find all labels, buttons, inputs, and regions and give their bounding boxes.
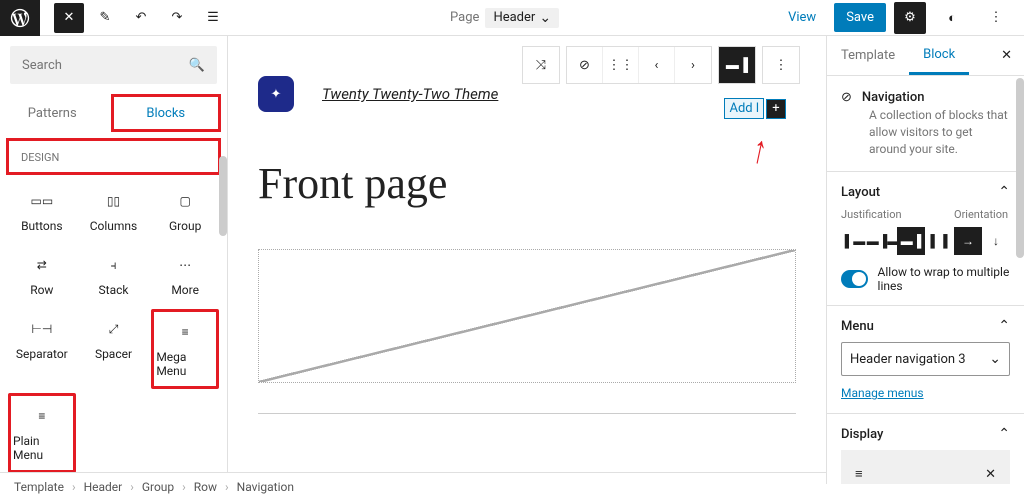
block-separator[interactable]: ⊢⊣Separator bbox=[8, 309, 76, 389]
manage-menus-link[interactable]: Manage menus bbox=[841, 386, 924, 400]
more-options-button[interactable]: ⋮ bbox=[981, 3, 1011, 33]
undo-button[interactable]: ↶ bbox=[126, 3, 156, 33]
navigation-icon: ⊘ bbox=[841, 90, 852, 105]
block-buttons[interactable]: ▭▭Buttons bbox=[8, 181, 76, 241]
close-editor-button[interactable]: ✕ bbox=[54, 3, 84, 33]
tab-blocks[interactable]: Blocks bbox=[111, 94, 222, 132]
settings-button[interactable]: ⚙ bbox=[894, 2, 926, 34]
site-title[interactable]: Twenty Twenty-Two Theme bbox=[322, 85, 498, 103]
add-nav-link[interactable]: Add l+ bbox=[724, 98, 786, 119]
menu-select[interactable]: Header navigation 3⌄ bbox=[841, 342, 1010, 376]
hamburger-icon: ≡ bbox=[855, 466, 863, 482]
toolbar-more-icon[interactable]: ⋮ bbox=[763, 47, 799, 83]
block-spacer[interactable]: ⤢Spacer bbox=[80, 309, 148, 389]
justify-center[interactable]: ▬▐▬ bbox=[869, 227, 897, 255]
shuffle-icon[interactable]: ⤨ bbox=[523, 47, 559, 83]
breadcrumb: Template› Header› Group› Row› Navigation bbox=[0, 472, 826, 500]
site-logo[interactable]: ✦ bbox=[258, 76, 294, 112]
nav-block-icon[interactable]: ⊘ bbox=[567, 47, 603, 83]
page-selector[interactable]: Header ⌄ bbox=[485, 8, 559, 28]
inserter-panel: 🔍 Patterns Blocks DESIGN ▭▭Buttons ▯▯Col… bbox=[0, 36, 228, 484]
wrap-toggle[interactable] bbox=[841, 270, 868, 288]
scrollbar[interactable] bbox=[1016, 78, 1024, 258]
search-icon: 🔍 bbox=[189, 58, 205, 73]
crumb[interactable]: Header bbox=[84, 480, 123, 494]
close-icon: ✕ bbox=[985, 467, 996, 482]
edit-icon[interactable]: ✎ bbox=[90, 3, 120, 33]
menu-panel-toggle[interactable]: Menu⌃ bbox=[841, 318, 1010, 334]
image-placeholder[interactable] bbox=[258, 249, 796, 383]
block-group[interactable]: ▢Group bbox=[151, 181, 219, 241]
crumb[interactable]: Row bbox=[194, 480, 217, 494]
page-title[interactable]: Front page bbox=[258, 158, 796, 209]
crumb[interactable]: Template bbox=[14, 480, 64, 494]
vertical-icon[interactable]: ↓ bbox=[982, 227, 1010, 255]
block-columns[interactable]: ▯▯Columns bbox=[80, 181, 148, 241]
settings-panel: Template Block ✕ ⊘ Navigation A collectio… bbox=[826, 36, 1024, 484]
block-stack[interactable]: ⫞Stack bbox=[80, 245, 148, 305]
search-input[interactable]: 🔍 bbox=[10, 46, 217, 84]
crumb[interactable]: Navigation bbox=[237, 480, 294, 494]
redo-button[interactable]: ↷ bbox=[162, 3, 192, 33]
tab-patterns[interactable]: Patterns bbox=[0, 94, 105, 132]
section-design: DESIGN bbox=[6, 138, 221, 175]
next-button[interactable]: › bbox=[675, 47, 711, 83]
display-panel-toggle[interactable]: Display⌃ bbox=[841, 426, 1010, 442]
justification-label: Justification bbox=[841, 208, 953, 221]
justify-right[interactable]: ▬▐ bbox=[897, 227, 925, 255]
save-button[interactable]: Save bbox=[834, 3, 886, 32]
justify-left[interactable]: ▌▬ bbox=[841, 227, 869, 255]
block-mega-menu[interactable]: ≡Mega Menu bbox=[151, 309, 219, 389]
align-icon[interactable]: ▬▐ bbox=[719, 47, 755, 83]
view-button[interactable]: View bbox=[778, 4, 826, 31]
justify-between[interactable]: ▌▐ bbox=[925, 227, 953, 255]
drag-handle-icon[interactable]: ⋮⋮ bbox=[603, 47, 639, 83]
crumb[interactable]: Group bbox=[142, 480, 174, 494]
scrollbar[interactable] bbox=[219, 156, 227, 236]
wrap-label: Allow to wrap to multiple lines bbox=[878, 265, 1010, 293]
editor-canvas[interactable]: ⤨ ⊘ ⋮⋮ ‹ › ▬▐ ⋮ ✦ Twenty Twenty-Two Them… bbox=[228, 36, 826, 484]
styles-button[interactable]: ◐ bbox=[937, 3, 967, 33]
list-view-button[interactable]: ☰ bbox=[198, 3, 228, 33]
block-toolbar: ⤨ ⊘ ⋮⋮ ‹ › ▬▐ ⋮ bbox=[522, 46, 800, 84]
block-description: A collection of blocks that allow visito… bbox=[869, 107, 1010, 157]
tab-template[interactable]: Template bbox=[827, 36, 909, 75]
close-panel-icon[interactable]: ✕ bbox=[989, 48, 1024, 63]
wordpress-logo[interactable] bbox=[0, 0, 40, 36]
plus-icon[interactable]: + bbox=[766, 99, 786, 119]
block-row[interactable]: ⇄Row bbox=[8, 245, 76, 305]
layout-panel-toggle[interactable]: Layout⌃ bbox=[841, 184, 1010, 200]
block-plain-menu[interactable]: ≡Plain Menu bbox=[8, 393, 76, 473]
page-label: Page bbox=[450, 10, 479, 25]
horizontal-icon[interactable]: → bbox=[954, 227, 982, 255]
prev-button[interactable]: ‹ bbox=[639, 47, 675, 83]
orientation-label: Orientation bbox=[954, 208, 1010, 221]
tab-block[interactable]: Block bbox=[909, 36, 969, 75]
separator bbox=[258, 413, 796, 414]
block-type-name: Navigation bbox=[862, 90, 925, 105]
block-more[interactable]: ⋯More bbox=[151, 245, 219, 305]
